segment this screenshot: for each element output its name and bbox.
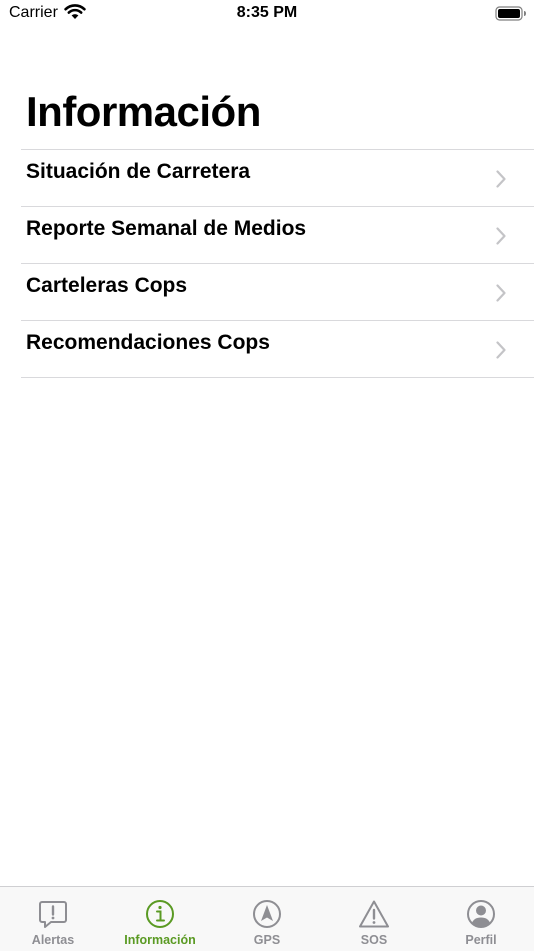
navigation-icon <box>251 898 283 930</box>
list-item-label: Carteleras Cops <box>26 274 188 297</box>
profile-icon <box>465 898 497 930</box>
tab-label: Información <box>124 933 196 947</box>
tab-sos[interactable]: SOS <box>321 887 427 951</box>
list-item-recomendaciones-cops[interactable]: Recomendaciones Cops <box>21 321 534 378</box>
chevron-right-icon <box>495 341 507 364</box>
list-item-carteleras-cops[interactable]: Carteleras Cops <box>21 264 534 321</box>
chevron-right-icon <box>495 227 507 250</box>
tab-label: GPS <box>253 933 281 947</box>
page-title: Información <box>26 88 261 135</box>
info-list: Situación de Carretera Reporte Semanal d… <box>21 149 534 378</box>
tab-label: SOS <box>360 933 388 947</box>
tab-informacion[interactable]: Información <box>107 887 213 951</box>
list-item-label: Reporte Semanal de Medios <box>26 217 307 240</box>
warning-icon <box>358 898 390 930</box>
clock: 8:35 PM <box>236 4 298 21</box>
alert-bubble-icon <box>37 898 69 930</box>
status-bar: Carrier 8:35 PM <box>0 0 534 28</box>
tab-label: Alertas <box>31 933 75 947</box>
tab-perfil[interactable]: Perfil <box>428 887 534 951</box>
chevron-right-icon <box>495 170 507 193</box>
list-item-label: Recomendaciones Cops <box>26 331 270 354</box>
list-item-label: Situación de Carretera <box>26 160 251 183</box>
tab-bar: Alertas Información GPS SOS Perfil <box>0 886 534 951</box>
info-icon <box>144 898 176 930</box>
list-item-situacion-de-carretera[interactable]: Situación de Carretera <box>21 150 534 207</box>
tab-gps[interactable]: GPS <box>214 887 320 951</box>
battery-icon <box>495 6 527 26</box>
list-item-reporte-semanal-de-medios[interactable]: Reporte Semanal de Medios <box>21 207 534 264</box>
chevron-right-icon <box>495 284 507 307</box>
tab-alertas[interactable]: Alertas <box>0 887 106 951</box>
tab-label: Perfil <box>465 933 497 947</box>
